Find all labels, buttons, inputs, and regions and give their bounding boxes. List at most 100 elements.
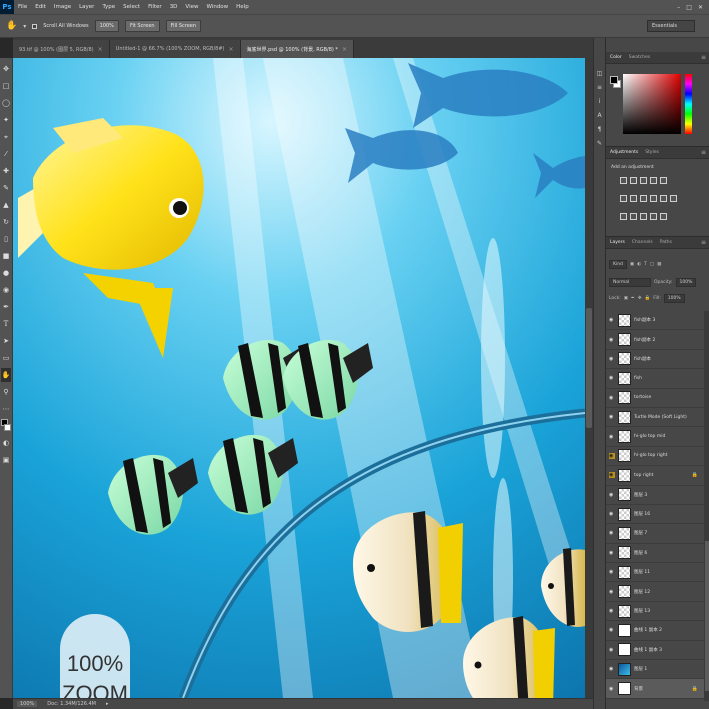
photo-filter-icon[interactable]	[650, 195, 657, 202]
layer-row[interactable]: ◉ 图层 1	[606, 660, 704, 680]
panel-menu-icon[interactable]: ≡	[701, 149, 706, 156]
maximize-button[interactable]: □	[686, 4, 692, 11]
curves-icon[interactable]	[640, 177, 647, 184]
hand-tool-icon[interactable]: ✋	[1, 368, 11, 382]
background-color-swatch[interactable]	[4, 424, 11, 431]
lock-position-icon[interactable]: ✥	[638, 296, 642, 301]
visibility-eye-icon[interactable]: ◉	[609, 317, 615, 323]
visibility-eye-icon[interactable]: ◉	[609, 375, 615, 381]
doc-tab-untitled[interactable]: Untitled-1 @ 66.7% (100% ZOOM, RGB/8#) ×	[109, 40, 241, 58]
filter-type-icon[interactable]: T	[644, 262, 647, 267]
paragraph-panel-icon[interactable]: ¶	[596, 124, 604, 134]
levels-icon[interactable]	[630, 177, 637, 184]
layer-row[interactable]: ◉ hi-glo top mid	[606, 427, 704, 447]
selective-color-icon[interactable]	[660, 213, 667, 220]
visibility-eye-icon[interactable]: ◉	[609, 550, 615, 556]
dodge-tool-icon[interactable]: ◉	[1, 283, 11, 297]
tab-paths[interactable]: Paths	[660, 240, 672, 245]
quick-select-tool-icon[interactable]: ✦	[1, 113, 11, 127]
invert-icon[interactable]	[620, 213, 627, 220]
panel-menu-icon[interactable]: ≡	[701, 239, 706, 246]
history-brush-tool-icon[interactable]: ↻	[1, 215, 11, 229]
healing-brush-tool-icon[interactable]: ✚	[1, 164, 11, 178]
color-balance-icon[interactable]	[630, 195, 637, 202]
tab-adjustments[interactable]: Adjustments	[610, 150, 638, 155]
visibility-eye-icon[interactable]: ◉	[609, 337, 615, 343]
layer-row[interactable]: ◉ tortoise	[606, 389, 704, 408]
layer-row[interactable]: ◉ hi-glo top right	[606, 447, 704, 467]
marquee-tool-icon[interactable]: □	[1, 79, 11, 93]
status-zoom-field[interactable]: 100%	[17, 701, 38, 707]
menu-window[interactable]: Window	[202, 4, 232, 10]
visibility-eye-icon[interactable]: ◉	[609, 492, 615, 498]
filter-shape-icon[interactable]: □	[650, 262, 654, 267]
tool-preset-chevron-icon[interactable]: ▾	[23, 23, 26, 30]
visibility-eye-icon[interactable]: ◉	[609, 627, 615, 633]
layer-row[interactable]: ◉ 图层 6	[606, 544, 704, 564]
black-white-icon[interactable]	[640, 195, 647, 202]
layer-row[interactable]: ◉ 图层 7	[606, 524, 704, 544]
layer-row[interactable]: ◉ top right 🔒	[606, 466, 704, 486]
layer-row[interactable]: ◉ 图层 13	[606, 602, 704, 622]
menu-select[interactable]: Select	[119, 4, 144, 10]
scroll-all-windows-checkbox[interactable]	[32, 23, 38, 29]
tab-styles[interactable]: Styles	[645, 150, 659, 155]
layer-row[interactable]: ◉ 图层 3	[606, 486, 704, 505]
visibility-eye-icon[interactable]: ◉	[609, 608, 615, 614]
menu-filter[interactable]: Filter	[144, 4, 166, 10]
quick-mask-icon[interactable]: ◐	[1, 436, 11, 450]
gradient-tool-icon[interactable]: ■	[1, 249, 11, 263]
layer-row[interactable]: ◉ 图层 11	[606, 563, 704, 583]
close-window-button[interactable]: ✕	[698, 4, 703, 11]
clone-stamp-tool-icon[interactable]: ▲	[1, 198, 11, 212]
menu-view[interactable]: View	[181, 4, 202, 10]
lasso-tool-icon[interactable]: ◯	[1, 96, 11, 110]
move-tool-icon[interactable]: ✥	[1, 62, 11, 76]
scrollbar-thumb[interactable]	[705, 541, 709, 691]
minimize-button[interactable]: –	[677, 4, 680, 11]
color-picker-field[interactable]	[623, 74, 681, 134]
brightness-contrast-icon[interactable]	[620, 177, 627, 184]
brush-panel-icon[interactable]: ✎	[596, 138, 604, 148]
menu-image[interactable]: Image	[50, 4, 75, 10]
history-panel-icon[interactable]: ◫	[596, 68, 604, 78]
layer-filter-kind-select[interactable]: Kind	[609, 260, 627, 269]
visibility-eye-icon[interactable]: ◉	[609, 472, 615, 479]
info-panel-icon[interactable]: i	[596, 96, 604, 106]
character-panel-icon[interactable]: A	[596, 110, 604, 120]
threshold-icon[interactable]	[640, 213, 647, 220]
visibility-eye-icon[interactable]: ◉	[609, 395, 615, 401]
color-swatches[interactable]	[1, 419, 11, 433]
filter-adjustment-icon[interactable]: ◐	[637, 262, 641, 267]
lock-image-icon[interactable]: ✒	[631, 296, 635, 301]
lock-all-icon[interactable]: 🔒	[645, 296, 651, 301]
menu-help[interactable]: Help	[232, 4, 253, 10]
shape-tool-icon[interactable]: ▭	[1, 351, 11, 365]
color-lookup-icon[interactable]	[670, 195, 677, 202]
panel-menu-icon[interactable]: ≡	[701, 54, 706, 61]
close-icon[interactable]: ×	[228, 46, 233, 53]
hand-tool-icon[interactable]: ✋	[6, 21, 17, 31]
layer-row[interactable]: ◉ fish	[606, 369, 704, 389]
menu-file[interactable]: File	[14, 4, 31, 10]
eyedropper-tool-icon[interactable]: ⁄	[1, 147, 11, 161]
workspace-select[interactable]: Essentials	[647, 20, 695, 32]
layer-row[interactable]: ◉ 图层 16	[606, 505, 704, 525]
brush-tool-icon[interactable]: ✎	[1, 181, 11, 195]
more-tools-icon[interactable]: ⋯	[1, 402, 11, 416]
layer-row[interactable]: ◉ 曲线 1 副本 3	[606, 641, 704, 661]
posterize-icon[interactable]	[630, 213, 637, 220]
filter-smart-object-icon[interactable]: ▩	[657, 262, 661, 267]
type-tool-icon[interactable]: T	[1, 317, 11, 331]
vibrance-icon[interactable]	[660, 177, 667, 184]
gradient-map-icon[interactable]	[650, 213, 657, 220]
eraser-tool-icon[interactable]: ▯	[1, 232, 11, 246]
close-icon[interactable]: ×	[98, 46, 103, 53]
visibility-eye-icon[interactable]: ◉	[609, 414, 615, 420]
crop-tool-icon[interactable]: ⌖	[1, 130, 11, 144]
layer-row[interactable]: ◉ fish副本 2	[606, 330, 704, 350]
tab-channels[interactable]: Channels	[632, 240, 653, 245]
layers-scrollbar[interactable]	[704, 311, 709, 701]
visibility-eye-icon[interactable]: ◉	[609, 666, 615, 672]
layer-row[interactable]: ◉ fish副本 3	[606, 311, 704, 331]
